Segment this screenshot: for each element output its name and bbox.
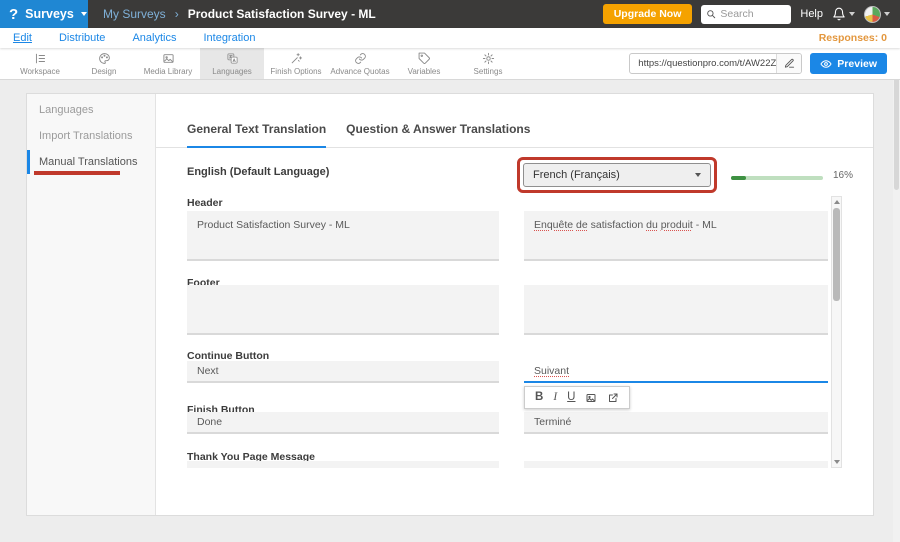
continue-english-field[interactable]: Next xyxy=(187,361,499,383)
translations-main: General Text Translation Question & Answ… xyxy=(156,94,873,515)
field-label-header: Header xyxy=(187,197,223,209)
tool-settings[interactable]: Settings xyxy=(456,48,520,79)
questionpro-logo: ? xyxy=(9,7,18,22)
preview-button[interactable]: Preview xyxy=(810,53,887,74)
language-selector-row: English (Default Language) French (Franç… xyxy=(156,148,873,196)
active-indicator-bar xyxy=(27,150,30,174)
nav-analytics[interactable]: Analytics xyxy=(132,32,176,44)
page-body: Languages Import Translations Manual Tra… xyxy=(0,80,900,542)
italic-button[interactable]: I xyxy=(553,391,557,404)
image-icon xyxy=(162,52,175,65)
tool-design[interactable]: Design xyxy=(72,48,136,79)
header-translation-field[interactable]: Enquête de satisfaction du produit - ML xyxy=(524,211,828,261)
search-input[interactable] xyxy=(720,8,786,20)
translation-progress-bar xyxy=(731,176,823,180)
sidebar-item-manual-translations[interactable]: Manual Translations xyxy=(27,149,155,175)
scrollbar-thumb[interactable] xyxy=(833,208,840,301)
footer-english-field[interactable] xyxy=(187,285,499,335)
survey-title: Product Satisfaction Survey - ML xyxy=(188,7,376,21)
underline-button[interactable]: U xyxy=(567,391,575,404)
finish-translation-field[interactable]: Terminé xyxy=(524,412,828,434)
app-menu-label: Surveys xyxy=(25,7,74,21)
insert-link-button[interactable] xyxy=(607,392,619,404)
magic-wand-icon xyxy=(290,52,303,65)
topbar-actions: Upgrade Now Help xyxy=(603,4,900,24)
responses-count[interactable]: Responses: 0 xyxy=(819,32,887,44)
translation-tabs: General Text Translation Question & Answ… xyxy=(156,94,873,148)
tab-general-text-translation[interactable]: General Text Translation xyxy=(187,122,326,148)
target-language-value: French (Français) xyxy=(533,169,620,181)
tag-icon xyxy=(418,52,431,65)
insert-image-button[interactable] xyxy=(585,392,597,404)
tool-languages[interactable]: Languages xyxy=(200,48,264,79)
breadcrumb-separator-icon: › xyxy=(175,7,179,21)
annotation-highlight-box: French (Français) xyxy=(517,157,717,193)
edit-toolbar: Workspace Design Media Library Languages… xyxy=(0,48,900,80)
eye-icon xyxy=(820,58,832,70)
breadcrumb: My Surveys › Product Satisfaction Survey… xyxy=(103,7,376,21)
help-link[interactable]: Help xyxy=(800,8,823,20)
bell-icon xyxy=(832,7,846,21)
survey-url-box: https://questionpro.com/t/AW22Zd1S1 xyxy=(629,53,802,74)
breadcrumb-my-surveys[interactable]: My Surveys xyxy=(103,7,166,21)
tool-workspace[interactable]: Workspace xyxy=(8,48,72,79)
nav-distribute[interactable]: Distribute xyxy=(59,32,105,44)
translations-sidebar: Languages Import Translations Manual Tra… xyxy=(27,94,156,515)
account-menu[interactable] xyxy=(864,6,890,23)
thank-you-english-field[interactable] xyxy=(187,461,499,468)
finish-english-field[interactable]: Done xyxy=(187,412,499,434)
tab-question-answer-translations[interactable]: Question & Answer Translations xyxy=(346,122,530,148)
scroll-down-arrow[interactable] xyxy=(832,457,841,467)
translation-fields-scroll-area: Header Product Satisfaction Survey - ML … xyxy=(156,196,873,468)
source-language-label: English (Default Language) xyxy=(187,166,329,178)
footer-translation-field[interactable] xyxy=(524,285,828,335)
edit-url-button[interactable] xyxy=(776,54,801,73)
annotation-underline xyxy=(34,171,120,175)
thank-you-translation-field[interactable] xyxy=(524,461,828,468)
link-icon xyxy=(354,52,367,65)
sidebar-item-languages[interactable]: Languages xyxy=(27,97,155,123)
bold-button[interactable]: B xyxy=(535,391,543,404)
translation-progress-percent: 16% xyxy=(833,170,853,181)
tool-variables[interactable]: Variables xyxy=(392,48,456,79)
search-icon xyxy=(706,9,716,19)
tool-finish-options[interactable]: Finish Options xyxy=(264,48,328,79)
translation-progress-fill xyxy=(731,176,746,180)
tool-advance-quotas[interactable]: Advance Quotas xyxy=(328,48,392,79)
tool-media-library[interactable]: Media Library xyxy=(136,48,200,79)
pencil-icon xyxy=(784,58,795,69)
app-menu[interactable]: ? Surveys xyxy=(0,0,88,28)
avatar xyxy=(864,6,881,23)
chevron-down-icon xyxy=(849,12,855,16)
image-icon xyxy=(585,392,597,404)
page-scrollbar[interactable] xyxy=(893,48,900,542)
translate-icon xyxy=(226,52,239,65)
toolbar-right: https://questionpro.com/t/AW22Zd1S1 Prev… xyxy=(629,48,900,79)
rich-text-toolbar: B I U xyxy=(524,386,630,409)
target-language-dropdown[interactable]: French (Français) xyxy=(523,163,711,187)
notifications-menu[interactable] xyxy=(832,7,855,21)
gear-icon xyxy=(482,52,495,65)
continue-translation-field[interactable]: Suivant xyxy=(524,361,828,383)
external-link-icon xyxy=(607,392,619,404)
chevron-down-icon xyxy=(884,12,890,16)
chevron-down-icon xyxy=(695,173,701,177)
nav-edit[interactable]: Edit xyxy=(13,32,32,44)
upgrade-now-button[interactable]: Upgrade Now xyxy=(603,4,693,24)
survey-url[interactable]: https://questionpro.com/t/AW22Zd1S1 xyxy=(630,58,776,69)
chevron-down-icon xyxy=(81,12,87,16)
fields-scrollbar[interactable] xyxy=(831,196,842,468)
global-search[interactable] xyxy=(701,5,791,24)
palette-icon xyxy=(98,52,111,65)
section-nav: Edit Distribute Analytics Integration Re… xyxy=(0,28,900,48)
scroll-up-arrow[interactable] xyxy=(832,197,841,207)
header-english-field[interactable]: Product Satisfaction Survey - ML xyxy=(187,211,499,261)
top-bar: ? Surveys My Surveys › Product Satisfact… xyxy=(0,0,900,28)
translations-card: Languages Import Translations Manual Tra… xyxy=(26,93,874,516)
nav-integration[interactable]: Integration xyxy=(203,32,255,44)
workspace-icon xyxy=(34,52,47,65)
sidebar-item-import-translations[interactable]: Import Translations xyxy=(27,123,155,149)
